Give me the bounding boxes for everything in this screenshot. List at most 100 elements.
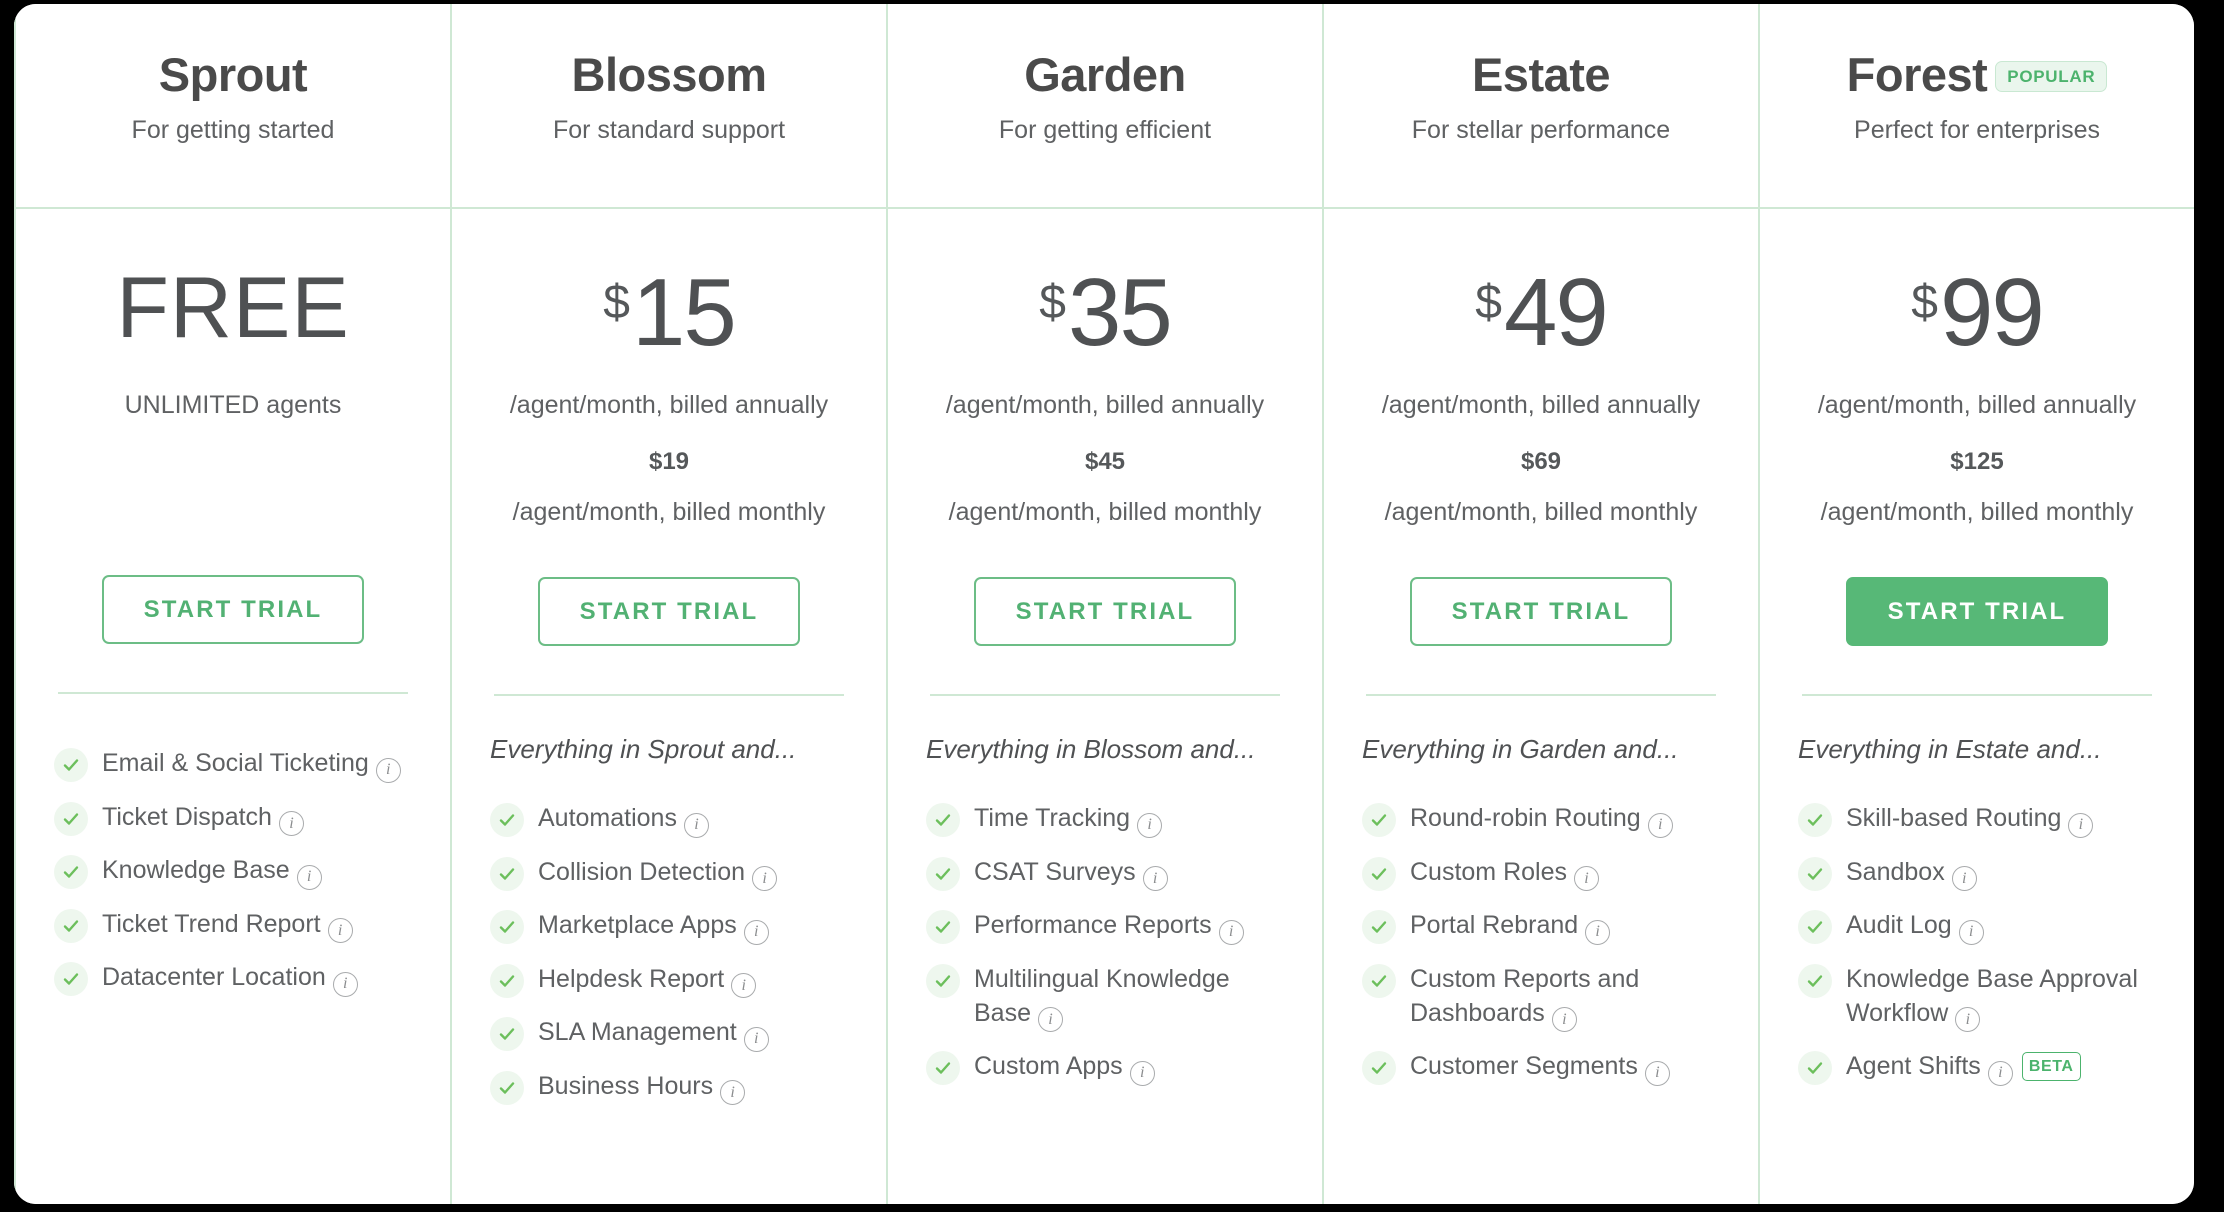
feature-label: Business Hours [538,1071,714,1100]
feature-list: Everything in Estate and... Skill-based R… [1760,730,2194,1204]
info-icon[interactable]: i [332,971,358,997]
info-icon[interactable]: i [720,1080,746,1105]
info-icon[interactable]: i [1955,1007,1981,1033]
feature-label: Email & Social Ticketing [102,749,369,777]
feature-text-wrap: Helpdesk Report i [538,962,757,998]
feature-item: Portal Rebrand i [1362,908,1720,945]
info-icon[interactable]: i [683,812,709,838]
inherits-label: Everything in Estate and... [1798,734,2102,764]
info-icon[interactable]: i [1958,919,1984,945]
plan-column-estate: Estate For stellar performance $49/agent/m… [1324,4,1760,1204]
feature-label: Sandbox [1846,857,1945,886]
feature-list: Email & Social Ticketing i Ticket Dispatch… [16,728,450,1204]
billing-note-annual: /agent/month, billed annually [945,391,1265,419]
info-icon[interactable]: i [1644,1060,1670,1086]
check-icon [54,908,88,943]
check-icon [54,748,88,782]
check-icon [490,803,524,837]
info-icon[interactable]: i [278,811,304,836]
price-value: 15 [631,259,737,366]
feature-text-wrap: Customer Segments i [1410,1049,1670,1086]
plan-title-row: Blossom [571,48,768,101]
check-icon [1798,963,1832,998]
price-block: $35/agent/month, billed annually $45/agen… [888,209,1322,527]
feature-item: Custom Reports and Dashboards i [1362,962,1720,1033]
feature-item: Custom Roles i [1362,855,1720,891]
feature-list: Everything in Blossom and... Time Trackin… [888,730,1322,1204]
check-icon [1362,910,1396,944]
info-icon[interactable]: i [2068,812,2094,838]
info-icon[interactable]: i [1951,866,1977,891]
info-icon[interactable]: i [1037,1007,1063,1033]
info-icon[interactable]: i [1137,812,1163,838]
feature-item: Ticket Dispatch i [54,800,412,836]
start-trial-button[interactable]: START TRIAL [101,575,365,644]
info-icon[interactable]: i [1218,919,1244,945]
price-amount-row: FREE [116,265,349,369]
info-icon[interactable]: i [1574,866,1599,891]
info-icon[interactable]: i [296,864,322,890]
info-icon[interactable]: i [752,866,778,891]
feature-label: Custom Reports and Dashboards [1410,964,1640,1027]
inherits-label: Everything in Garden and... [1362,734,1679,764]
start-trial-button[interactable]: START TRIAL [973,577,1237,646]
feature-text-wrap: Custom Reports and Dashboards i [1410,962,1720,1033]
feature-item: Business Hours i [490,1069,848,1105]
check-icon [1362,803,1396,837]
plan-title-row: Estate [1471,48,1611,101]
inherits-label: Everything in Blossom and... [926,734,1256,764]
price-block: $99/agent/month, billed annually $125/age… [1760,209,2194,527]
feature-text-wrap: Ticket Dispatch i [102,800,304,836]
start-trial-button[interactable]: START TRIAL [1845,577,2109,646]
plan-name: Estate [1471,48,1611,101]
feature-label: Round-robin Routing [1410,804,1641,832]
plan-header: Estate For stellar performance [1324,4,1758,209]
feature-label: Automations [538,804,677,832]
info-icon[interactable]: i [1142,866,1168,891]
feature-item: Performance Reports i [926,908,1284,945]
plan-header: Blossom For standard support [452,4,886,209]
info-icon[interactable]: i [743,919,769,945]
check-icon [926,910,960,944]
plan-name: Blossom [571,48,768,101]
check-icon [490,1070,524,1105]
monthly-price-value: $19 [648,448,690,475]
feature-text-wrap: Agent Shifts i BETA [1846,1049,2081,1086]
plan-title-row: Garden [1024,50,1186,100]
start-trial-button[interactable]: START TRIAL [1409,577,1673,646]
info-icon[interactable]: i [1987,1060,2013,1086]
feature-text-wrap: Email & Social Ticketing i [102,746,401,783]
billing-note-monthly: /agent/month, billed monthly [1820,498,2134,526]
feature-item: Sandbox i [1798,855,2156,891]
feature-text-wrap: Marketplace Apps i [538,908,769,945]
info-icon[interactable]: i [1129,1060,1155,1086]
price-amount-row: $35 [1039,265,1172,369]
info-icon[interactable]: i [327,918,353,943]
currency-symbol: $ [1475,276,1502,329]
info-icon[interactable]: i [743,1026,769,1052]
feature-label: Time Tracking [974,804,1131,832]
info-icon[interactable]: i [731,973,757,998]
cta-wrap: START TRIAL [1760,577,2194,646]
feature-text-wrap: Time Tracking i [974,801,1163,838]
start-trial-button[interactable]: START TRIAL [537,577,801,646]
check-icon [490,910,524,944]
info-icon[interactable]: i [1551,1007,1577,1033]
feature-item: Automations i [490,801,848,838]
info-icon[interactable]: i [1585,919,1611,945]
section-divider [930,694,1280,696]
plan-header: Garden For getting efficient [888,4,1322,209]
info-icon[interactable]: i [375,757,401,783]
feature-item: Customer Segments i [1362,1049,1720,1086]
plan-tagline: For standard support [552,116,786,145]
feature-label: CSAT Surveys [974,857,1136,886]
feature-label: Custom Apps [974,1052,1123,1081]
info-icon[interactable]: i [1647,812,1673,838]
check-icon [926,1051,960,1086]
feature-text-wrap: SLA Management i [538,1015,769,1052]
feature-label: Agent Shifts [1846,1052,1981,1081]
plan-name: Forest [1846,48,1988,101]
feature-item: Multilingual Knowledge Base i [926,962,1284,1033]
feature-label: SLA Management [538,1018,737,1046]
plan-tagline: Perfect for enterprises [1854,116,2100,145]
